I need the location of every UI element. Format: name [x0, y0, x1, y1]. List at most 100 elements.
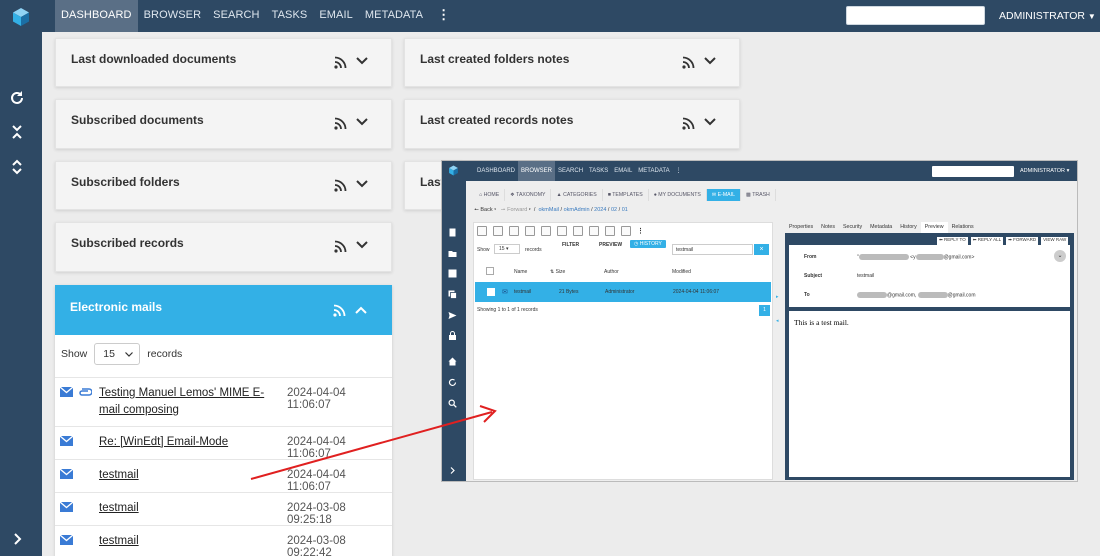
new-folder-icon[interactable]: [448, 249, 457, 258]
shot-nav-metadata[interactable]: METADATA: [635, 161, 672, 181]
preview-button[interactable]: PREVIEW: [599, 242, 622, 248]
filter-search-input[interactable]: testmail: [672, 244, 753, 255]
shot-nav-search[interactable]: SEARCH: [555, 161, 586, 181]
nav-email[interactable]: EMAIL: [313, 0, 359, 32]
nav-tasks[interactable]: TASKS: [266, 0, 314, 32]
nav-browser[interactable]: BROWSER: [138, 0, 208, 32]
chevron-down-icon[interactable]: [704, 118, 716, 126]
tab-relations[interactable]: Relations: [948, 222, 978, 233]
tab-preview[interactable]: Preview: [920, 222, 948, 233]
page-button[interactable]: 1: [759, 305, 770, 316]
global-search-input[interactable]: [846, 6, 985, 25]
shot-search-input[interactable]: [932, 166, 1014, 177]
tab-properties[interactable]: Properties: [785, 222, 817, 233]
copy-icon[interactable]: [448, 290, 457, 299]
collapse-all-icon[interactable]: [8, 123, 26, 141]
rss-icon[interactable]: [682, 117, 695, 130]
mail-row[interactable]: Testing Manuel Lemos' MIME E-mail compos…: [55, 377, 392, 426]
shot-more-menu-icon[interactable]: ⋮: [673, 161, 685, 181]
chevron-down-icon[interactable]: [356, 57, 368, 65]
move-icon[interactable]: [589, 226, 599, 236]
rss-icon[interactable]: [334, 240, 347, 253]
breadcrumb-item[interactable]: okmAdmin: [564, 207, 590, 213]
breadcrumb-item[interactable]: 02: [611, 207, 617, 213]
refresh-icon[interactable]: [448, 378, 457, 387]
tab-notes[interactable]: Notes: [817, 222, 839, 233]
search-icon[interactable]: [448, 399, 457, 408]
user-menu[interactable]: ADMINISTRATOR ▼: [999, 0, 1096, 32]
archive-icon[interactable]: [621, 226, 631, 236]
reply-all-button[interactable]: ⬅ REPLY ALL: [970, 237, 1004, 245]
send-icon[interactable]: [448, 311, 457, 320]
forward-button[interactable]: Forward: [507, 207, 527, 213]
shot-tab-home[interactable]: ⌂ HOME: [474, 189, 506, 201]
select-all-checkbox[interactable]: [486, 267, 494, 275]
forward-button[interactable]: ➡ FORWARD: [1006, 237, 1039, 245]
shot-nav-dashboard[interactable]: DASHBOARD: [474, 161, 518, 181]
shot-tab-trash[interactable]: ▩ TRASH: [741, 189, 776, 201]
nav-metadata[interactable]: METADATA: [359, 0, 429, 32]
mail-subject-link[interactable]: testmail: [99, 500, 285, 517]
mail-subject-link[interactable]: Testing Manuel Lemos' MIME E-mail compos…: [99, 385, 285, 419]
shot-tab-email[interactable]: ✉ E-MAIL: [706, 189, 741, 201]
breadcrumb-item[interactable]: 01: [622, 207, 628, 213]
edit-icon[interactable]: [477, 226, 487, 236]
more-menu-icon[interactable]: ⋮: [429, 0, 458, 32]
warning-icon[interactable]: [557, 226, 567, 236]
mail-row[interactable]: testmail 2024-04-04 11:06:07: [55, 459, 392, 493]
lock-icon[interactable]: [448, 331, 457, 340]
chevron-down-icon[interactable]: [356, 241, 368, 249]
add-icon[interactable]: [448, 269, 457, 278]
shot-nav-browser[interactable]: BROWSER: [518, 161, 556, 181]
filter-button[interactable]: FILTER: [562, 242, 579, 248]
expand-all-icon[interactable]: [8, 158, 26, 176]
rss-icon[interactable]: [333, 304, 346, 317]
rss-icon[interactable]: [334, 56, 347, 69]
reply-to-button[interactable]: ⬅ REPLY TO: [937, 237, 968, 245]
shot-tab-templates[interactable]: ■ TEMPLATES: [603, 189, 649, 201]
row-checkbox[interactable]: [487, 288, 495, 296]
shot-tab-categories[interactable]: ▲ CATEGORIES: [551, 189, 603, 201]
lock-icon[interactable]: [493, 226, 503, 236]
rss-icon[interactable]: [682, 56, 695, 69]
column-name[interactable]: Name: [514, 269, 527, 275]
more-actions-icon[interactable]: ⋮: [637, 227, 644, 235]
back-button[interactable]: Back: [480, 207, 492, 213]
chevron-down-icon[interactable]: [356, 180, 368, 188]
shot-nav-tasks[interactable]: TASKS: [586, 161, 611, 181]
refresh-icon[interactable]: [8, 89, 26, 107]
page-size-select[interactable]: 15: [94, 343, 141, 365]
row-name[interactable]: testmail: [514, 289, 531, 295]
shot-user-menu[interactable]: ADMINISTRATOR ▾: [1020, 161, 1069, 181]
chevron-down-icon[interactable]: [704, 57, 716, 65]
tab-history[interactable]: History: [896, 222, 920, 233]
column-size[interactable]: ⇅ Size: [550, 269, 565, 275]
collapse-left-icon[interactable]: ◂: [776, 318, 779, 324]
download-icon[interactable]: [509, 226, 519, 236]
bookmark-icon[interactable]: [605, 226, 615, 236]
mail-subject-link[interactable]: testmail: [99, 467, 285, 484]
chevron-down-icon[interactable]: [356, 118, 368, 126]
collapse-right-icon[interactable]: ▸: [776, 294, 779, 300]
chevron-down-icon[interactable]: ⌄: [1054, 250, 1066, 262]
shot-tab-taxonomy[interactable]: ❖ TAXONOMY: [505, 189, 552, 201]
history-button[interactable]: ◷ HISTORY: [630, 240, 666, 248]
upload-icon[interactable]: [525, 226, 535, 236]
column-modified[interactable]: Modified: [672, 269, 691, 275]
chevron-up-icon[interactable]: [355, 306, 367, 314]
expand-sidebar-icon[interactable]: [8, 530, 26, 548]
column-author[interactable]: Author: [604, 269, 619, 275]
page-size-select[interactable]: 15 ▾: [494, 244, 520, 254]
breadcrumb-item[interactable]: okmMail: [539, 207, 559, 213]
tab-security[interactable]: Security: [839, 222, 866, 233]
rss-icon[interactable]: [334, 179, 347, 192]
shot-tab-my-documents[interactable]: ● MY DOCUMENTS: [649, 189, 707, 201]
shot-nav-email[interactable]: EMAIL: [611, 161, 635, 181]
clear-search-icon[interactable]: ×: [754, 244, 769, 255]
mail-subject-link[interactable]: Re: [WinEdt] Email-Mode: [99, 434, 285, 451]
table-row[interactable]: ✉ testmail 21 Bytes Administrator 2024-0…: [475, 282, 771, 302]
nav-dashboard[interactable]: DASHBOARD: [55, 0, 138, 32]
view-raw-button[interactable]: VIEW RAW: [1041, 237, 1069, 245]
home-icon[interactable]: [448, 357, 457, 366]
mail-row[interactable]: testmail 2024-03-08 09:25:18: [55, 492, 392, 526]
